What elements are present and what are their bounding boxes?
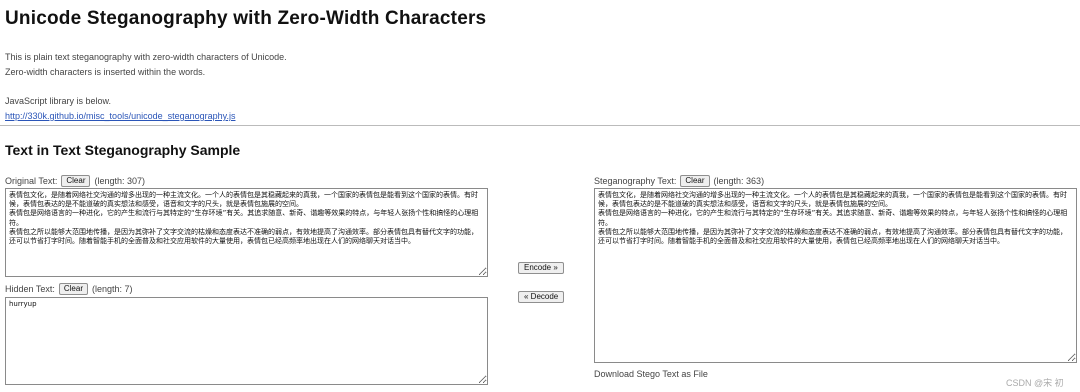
hidden-text-input[interactable]: hurryup bbox=[5, 297, 488, 385]
decode-button[interactable]: « Decode bbox=[518, 291, 565, 303]
encode-button[interactable]: Encode » bbox=[518, 262, 564, 274]
hidden-text-header: Hidden Text: Clear (length: 7) bbox=[5, 283, 133, 295]
original-length: (length: 307) bbox=[94, 176, 146, 186]
stego-text-output[interactable]: 表情包文化，是随着网络社交沟通的增多出现的一种主流文化。一个人的表情包是其稳藏起… bbox=[594, 188, 1077, 363]
hidden-text-label: Hidden Text: bbox=[5, 284, 55, 294]
clear-stego-button[interactable]: Clear bbox=[680, 175, 710, 187]
library-link[interactable]: http://330k.github.io/misc_tools/unicode… bbox=[5, 111, 235, 121]
library-info: JavaScript library is below. http://330k… bbox=[5, 94, 235, 124]
clear-hidden-button[interactable]: Clear bbox=[58, 283, 88, 295]
original-text-label: Original Text: bbox=[5, 176, 58, 186]
csdn-watermark: CSDN @宋 初 bbox=[1006, 378, 1064, 388]
intro-line-1: This is plain text steganography with ze… bbox=[5, 52, 287, 62]
section-divider bbox=[0, 125, 1080, 126]
page-title: Unicode Steganography with Zero-Width Ch… bbox=[5, 8, 487, 29]
library-label: JavaScript library is below. bbox=[5, 96, 112, 106]
stego-length: (length: 363) bbox=[713, 176, 765, 186]
intro-text: This is plain text steganography with ze… bbox=[5, 50, 287, 80]
stego-text-header: Steganography Text: Clear (length: 363) bbox=[594, 175, 764, 187]
hidden-length: (length: 7) bbox=[92, 284, 133, 294]
section-heading: Text in Text Steganography Sample bbox=[5, 142, 241, 158]
original-text-input[interactable]: 表情包文化，是随着网络社交沟通的增多出现的一种主流文化。一个人的表情包是其稳藏起… bbox=[5, 188, 488, 277]
download-stego-link[interactable]: Download Stego Text as File bbox=[594, 369, 708, 379]
clear-original-button[interactable]: Clear bbox=[61, 175, 91, 187]
intro-line-2: Zero-width characters is inserted within… bbox=[5, 67, 206, 77]
original-text-header: Original Text: Clear (length: 307) bbox=[5, 175, 145, 187]
stego-text-label: Steganography Text: bbox=[594, 176, 677, 186]
